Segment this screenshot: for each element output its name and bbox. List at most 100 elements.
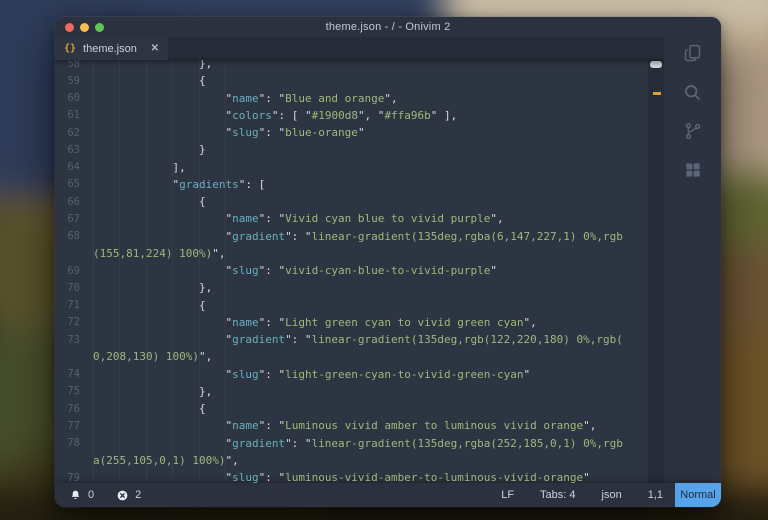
problems-indicator[interactable]: 2 — [116, 489, 141, 502]
line-number: 79 — [55, 472, 93, 483]
files-icon[interactable] — [682, 42, 704, 64]
line-text: "slug": "light-green-cyan-to-vivid-green… — [93, 366, 530, 383]
git-branch-icon[interactable] — [682, 120, 704, 142]
line-number: 69 — [55, 265, 93, 277]
line-text: "name": "Light green cyan to vivid green… — [93, 314, 537, 331]
code-line[interactable]: 66 { — [55, 193, 648, 210]
minimize-window-button[interactable] — [80, 23, 89, 32]
error-circle-icon — [116, 489, 129, 502]
code-line[interactable]: 74 "slug": "light-green-cyan-to-vivid-gr… — [55, 366, 648, 383]
code-line[interactable]: 65 "gradients": [ — [55, 176, 648, 193]
tab-close-icon[interactable]: ✕ — [151, 43, 159, 54]
titlebar: theme.json - / - Onivim 2 — [55, 17, 721, 37]
onivim-window: theme.json - / - Onivim 2 {} theme.json … — [55, 17, 721, 507]
line-text: "slug": "blue-orange" — [93, 124, 365, 141]
line-number: 60 — [55, 92, 93, 104]
code-line[interactable]: 69 "slug": "vivid-cyan-blue-to-vivid-pur… — [55, 262, 648, 279]
line-number: 77 — [55, 420, 93, 432]
code-line[interactable]: 63 } — [55, 141, 648, 158]
desktop: theme.json - / - Onivim 2 {} theme.json … — [0, 0, 768, 520]
code-editor[interactable]: 58 },59 {60 "name": "Blue and orange",61… — [55, 60, 648, 483]
code-line[interactable]: 71 { — [55, 297, 648, 314]
window-title: theme.json - / - Onivim 2 — [55, 21, 721, 33]
line-text: 0,208,130) 100%)", — [93, 348, 212, 365]
line-number: 61 — [55, 109, 93, 121]
code-line[interactable]: 60 "name": "Blue and orange", — [55, 90, 648, 107]
json-file-icon: {} — [64, 43, 76, 54]
status-item-3: 1,1 — [648, 489, 663, 501]
line-text: ], — [93, 159, 186, 176]
line-text: "gradient": "linear-gradient(135deg,rgb(… — [93, 331, 623, 348]
status-item-1: Tabs: 4 — [540, 489, 575, 501]
line-number: 58 — [55, 60, 93, 70]
line-number: 71 — [55, 299, 93, 311]
line-number: 59 — [55, 75, 93, 87]
line-text: "gradient": "linear-gradient(135deg,rgba… — [93, 228, 623, 245]
code-line[interactable]: 75 }, — [55, 383, 648, 400]
tab-label: theme.json — [83, 43, 137, 55]
traffic-lights — [65, 17, 104, 37]
close-window-button[interactable] — [65, 23, 74, 32]
line-text: } — [93, 141, 206, 158]
activity-bar — [664, 37, 721, 483]
code-line[interactable]: 72 "name": "Light green cyan to vivid gr… — [55, 314, 648, 331]
code-line[interactable]: 78 "gradient": "linear-gradient(135deg,r… — [55, 435, 648, 452]
code-line[interactable]: 59 { — [55, 72, 648, 89]
line-text: { — [93, 72, 206, 89]
search-icon[interactable] — [682, 81, 704, 103]
code-line[interactable]: (155,81,224) 100%)", — [55, 245, 648, 262]
line-number: 67 — [55, 213, 93, 225]
notifications-indicator[interactable]: 0 — [69, 489, 94, 502]
line-text: "slug": "luminous-vivid-amber-to-luminou… — [93, 469, 590, 483]
tab-theme-json[interactable]: {} theme.json ✕ — [55, 37, 168, 60]
line-text: }, — [93, 383, 212, 400]
code-line[interactable]: 62 "slug": "blue-orange" — [55, 124, 648, 141]
line-text: { — [93, 297, 206, 314]
line-number: 72 — [55, 316, 93, 328]
code-line[interactable]: 0,208,130) 100%)", — [55, 348, 648, 365]
code-line[interactable]: 68 "gradient": "linear-gradient(135deg,r… — [55, 228, 648, 245]
vim-mode-badge[interactable]: Normal — [675, 483, 721, 507]
code-line[interactable]: 73 "gradient": "linear-gradient(135deg,r… — [55, 331, 648, 348]
line-number: 68 — [55, 230, 93, 242]
line-text: "name": "Luminous vivid amber to luminou… — [93, 417, 596, 434]
code-line[interactable]: a(255,105,0,1) 100%)", — [55, 452, 648, 469]
bell-icon — [69, 489, 82, 502]
code-line[interactable]: 64 ], — [55, 159, 648, 176]
extensions-icon[interactable] — [682, 159, 704, 181]
line-text: "name": "Blue and orange", — [93, 90, 398, 107]
line-text: }, — [93, 279, 212, 296]
editor-scrollbar[interactable] — [648, 60, 664, 483]
code-line[interactable]: 67 "name": "Vivid cyan blue to vivid pur… — [55, 210, 648, 227]
line-number: 74 — [55, 368, 93, 380]
scrollbar-thumb[interactable] — [650, 61, 662, 68]
line-text: a(255,105,0,1) 100%)", — [93, 452, 239, 469]
line-text: (155,81,224) 100%)", — [93, 245, 225, 262]
line-text: }, — [93, 60, 212, 72]
line-number: 70 — [55, 282, 93, 294]
code-line[interactable]: 77 "name": "Luminous vivid amber to lumi… — [55, 417, 648, 434]
line-number: 62 — [55, 127, 93, 139]
line-number: 73 — [55, 334, 93, 346]
code-line[interactable]: 58 }, — [55, 60, 648, 72]
error-count: 2 — [135, 489, 141, 501]
line-text: "colors": [ "#1900d8", "#ffa96b" ], — [93, 107, 457, 124]
line-number: 75 — [55, 385, 93, 397]
line-number: 78 — [55, 437, 93, 449]
tab-bar: {} theme.json ✕ — [55, 37, 664, 60]
status-item-2: json — [602, 489, 622, 501]
code-line[interactable]: 76 { — [55, 400, 648, 417]
line-text: { — [93, 400, 206, 417]
line-text: "gradient": "linear-gradient(135deg,rgba… — [93, 435, 623, 452]
line-text: "name": "Vivid cyan blue to vivid purple… — [93, 210, 504, 227]
code-line[interactable]: 79 "slug": "luminous-vivid-amber-to-lumi… — [55, 469, 648, 483]
line-text: { — [93, 193, 206, 210]
zoom-window-button[interactable] — [95, 23, 104, 32]
line-number: 64 — [55, 161, 93, 173]
code-line[interactable]: 61 "colors": [ "#1900d8", "#ffa96b" ], — [55, 107, 648, 124]
notification-count: 0 — [88, 489, 94, 501]
line-number: 63 — [55, 144, 93, 156]
status-bar: 0 2 LF Tabs: 4 json 1,1 Normal — [55, 483, 721, 507]
code-line[interactable]: 70 }, — [55, 279, 648, 296]
status-item-0: LF — [501, 489, 514, 501]
